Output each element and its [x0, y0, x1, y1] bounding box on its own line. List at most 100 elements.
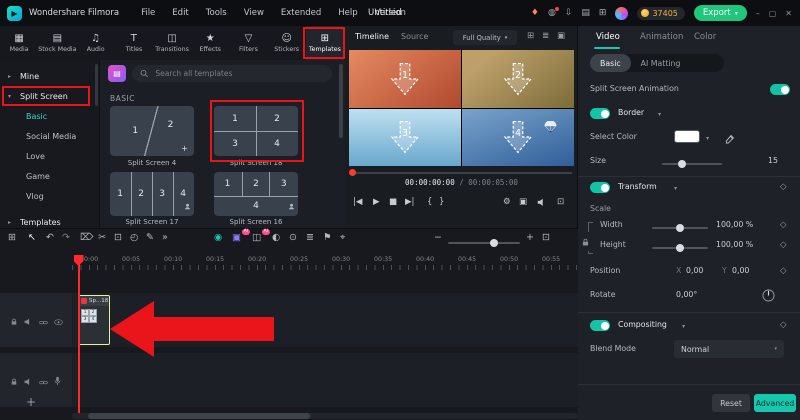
window-close-button[interactable]: ✕: [785, 9, 792, 18]
keyframe-icon[interactable]: ⌖: [340, 233, 345, 243]
ai-tools-icon[interactable]: ◫ AI: [252, 229, 270, 243]
lock-icon[interactable]: [10, 311, 18, 330]
keyframe-diamond-icon[interactable]: ◇: [780, 182, 787, 192]
marker-icon[interactable]: ⚑: [323, 233, 332, 243]
motion-track-icon[interactable]: ⊙: [289, 233, 297, 243]
keyframe-diamond-icon[interactable]: ◇: [780, 320, 787, 330]
download-icon[interactable]: ⇩: [565, 8, 573, 18]
tab-video[interactable]: Video: [596, 32, 620, 42]
user-avatar[interactable]: [615, 6, 629, 20]
mark-in-icon[interactable]: {: [427, 198, 432, 207]
edit-pen-icon[interactable]: ✎: [146, 233, 154, 243]
split-scissors-icon[interactable]: ✂: [98, 233, 106, 243]
tab-effects[interactable]: ★ Effects: [191, 26, 229, 60]
width-slider-knob[interactable]: [676, 224, 684, 232]
workspace-layout-icon[interactable]: ⊞: [599, 8, 607, 18]
export-button[interactable]: Export ▾: [693, 5, 747, 21]
transform-toggle[interactable]: [590, 182, 610, 193]
sidebar-item-mine[interactable]: ▸ Mine: [0, 66, 99, 86]
crop-icon[interactable]: ⊡: [114, 233, 122, 243]
size-slider-knob[interactable]: [678, 160, 686, 168]
compositing-toggle[interactable]: [590, 320, 610, 331]
reset-button[interactable]: Reset: [712, 394, 750, 412]
window-minimize-button[interactable]: –: [756, 9, 760, 18]
sidebar-item-social-media[interactable]: Social Media: [0, 126, 99, 146]
tab-filters[interactable]: ▽ Filters: [229, 26, 267, 60]
playhead-line[interactable]: [78, 255, 80, 413]
keyframe-diamond-icon[interactable]: ◇: [780, 266, 787, 276]
undo-icon[interactable]: ↶: [46, 233, 54, 243]
subtab-ai-matting[interactable]: AI Matting: [631, 54, 691, 72]
templates-scrollbar[interactable]: [339, 64, 343, 138]
keyframe-diamond-icon[interactable]: ◇: [780, 220, 787, 230]
tab-transitions[interactable]: ◫ Transitions: [153, 26, 191, 60]
preview-video[interactable]: 1 2 3 4: [349, 50, 574, 166]
link-lock-icon[interactable]: [581, 232, 590, 251]
project-title[interactable]: Untitled: [368, 8, 402, 18]
color-swatch[interactable]: [674, 130, 700, 143]
tab-source[interactable]: Source: [401, 32, 428, 41]
template-split-screen-18[interactable]: 1 2 3 4: [214, 106, 298, 156]
tab-audio[interactable]: ♫ Audio: [77, 26, 115, 60]
tab-color[interactable]: Color: [694, 32, 716, 42]
previous-frame-icon[interactable]: |◀: [353, 198, 362, 207]
preview-progress-bar[interactable]: [351, 172, 572, 174]
mark-out-icon[interactable]: }: [439, 198, 444, 207]
lock-icon[interactable]: [10, 371, 18, 390]
ruler-ticks[interactable]: [72, 265, 578, 270]
position-x-value[interactable]: 0,00: [686, 266, 703, 275]
tab-media[interactable]: ▦ Media: [0, 26, 38, 60]
rotate-dial-icon[interactable]: [762, 287, 775, 306]
position-y-value[interactable]: 0,00: [732, 266, 749, 275]
track-manager-icon[interactable]: ⊞: [8, 233, 16, 243]
grid-view-icon[interactable]: ⊞: [527, 32, 534, 41]
eye-icon[interactable]: [54, 311, 63, 330]
tab-stickers[interactable]: ☺ Stickers: [268, 26, 306, 60]
caret-down-icon[interactable]: ▾: [706, 135, 709, 142]
menu-item-extended[interactable]: Extended: [281, 8, 321, 18]
more-tools-icon[interactable]: »: [162, 233, 168, 243]
snapshot-camera-icon[interactable]: ▣: [519, 198, 527, 207]
stop-icon[interactable]: ■: [389, 198, 397, 207]
redo-icon[interactable]: ↷: [62, 233, 70, 243]
favorites-button[interactable]: ▤: [108, 65, 126, 82]
timeline-scrollbar-thumb[interactable]: [88, 413, 310, 419]
tab-timeline[interactable]: Timeline: [355, 32, 389, 41]
device-connect-icon[interactable]: ▤: [581, 8, 590, 18]
eyedropper-icon[interactable]: [724, 130, 735, 149]
menu-item-tools[interactable]: Tools: [206, 8, 227, 18]
caret-down-icon[interactable]: ▾: [682, 323, 685, 330]
zoom-slider[interactable]: [448, 242, 520, 244]
zoom-fit-icon[interactable]: ⊡: [542, 233, 550, 243]
notification-bell-icon[interactable]: ◍: [548, 6, 559, 18]
sidebar-scrollbar[interactable]: [95, 64, 98, 106]
subtab-basic[interactable]: Basic: [590, 54, 631, 72]
ai-portrait-icon[interactable]: ▣ AI: [232, 229, 250, 243]
caret-down-icon[interactable]: ▾: [674, 185, 677, 192]
volume-icon[interactable]: [537, 198, 547, 209]
fullscreen-icon[interactable]: ⊡: [557, 198, 564, 207]
tab-titles[interactable]: T Titles: [115, 26, 153, 60]
rotate-value[interactable]: 0,00°: [676, 290, 697, 299]
mute-speaker-icon[interactable]: [24, 371, 33, 390]
sidebar-item-basic[interactable]: Basic: [0, 106, 99, 126]
sidebar-item-vlog[interactable]: Vlog: [0, 186, 99, 206]
mute-speaker-icon[interactable]: [24, 311, 33, 330]
adjust-icon[interactable]: ≣: [542, 32, 549, 41]
sidebar-item-split-screen[interactable]: ▾ Split Screen: [0, 86, 99, 106]
menu-item-edit[interactable]: Edit: [172, 8, 188, 18]
height-slider-knob[interactable]: [676, 244, 684, 252]
quality-selector[interactable]: Full Quality ▾: [453, 30, 517, 45]
keyframe-diamond-icon[interactable]: ◇: [780, 240, 787, 250]
mask-icon[interactable]: ◐: [272, 233, 280, 243]
sidebar-item-game[interactable]: Game: [0, 166, 99, 186]
timeline-clip-split-screen-18[interactable]: Sp...18 1 2 3 4: [78, 295, 110, 345]
audio-track-lane[interactable]: [0, 353, 578, 407]
height-slider[interactable]: [652, 244, 708, 252]
microphone-icon[interactable]: [54, 371, 61, 390]
next-frame-icon[interactable]: ▶|: [405, 198, 414, 207]
link-icon[interactable]: [39, 371, 48, 390]
window-maximize-button[interactable]: ▢: [769, 9, 777, 18]
tab-animation[interactable]: Animation: [640, 32, 683, 42]
tab-stock-media[interactable]: ▤ Stock Media: [38, 26, 76, 60]
